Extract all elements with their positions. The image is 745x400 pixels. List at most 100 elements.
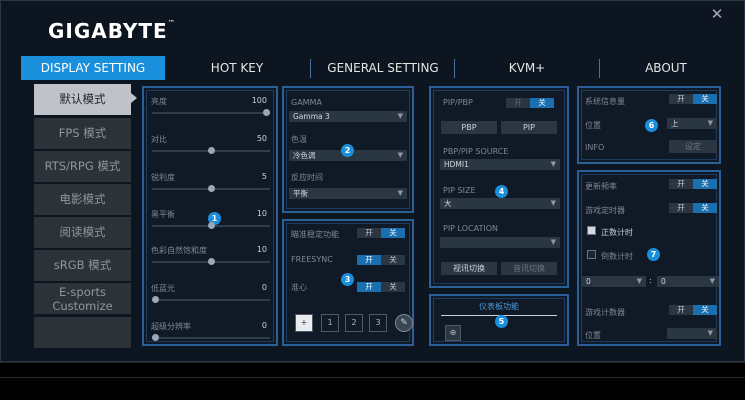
aim-stabilizer-toggle[interactable]: 开关 <box>357 228 405 238</box>
slider-track[interactable] <box>152 334 270 341</box>
add-icon[interactable]: ⊕ <box>445 325 461 341</box>
gamma-select[interactable]: Gamma 3 ▼ <box>289 111 407 122</box>
slider-track[interactable] <box>152 147 270 154</box>
sidebar-item-esports-customize[interactable]: E-sports Customize <box>34 283 131 314</box>
crosshair-option-3[interactable]: 3 <box>369 314 387 332</box>
section-badge: 5 <box>495 315 508 328</box>
pip-button[interactable]: PIP <box>501 121 557 134</box>
crosshair-toggle[interactable]: 开关 <box>357 282 405 292</box>
timer-position-label: 位置 <box>585 331 601 340</box>
tab-about[interactable]: ABOUT <box>600 56 732 80</box>
freesync-label: FREESYNC <box>291 255 333 264</box>
slider-label: 低蓝光 <box>151 284 175 293</box>
count-down-label: 倒数计时 <box>601 252 633 261</box>
timer-position-select[interactable]: ▼ <box>667 328 717 339</box>
slider-value: 10 <box>256 245 267 254</box>
info-display-toggle[interactable]: 开关 <box>669 94 717 104</box>
sidebar-item-default-mode[interactable]: 默认模式 <box>34 84 131 115</box>
section-badge: 6 <box>645 119 658 132</box>
slider-track[interactable] <box>152 296 270 303</box>
info-position-label: 位置 <box>585 121 601 130</box>
slider-track[interactable] <box>152 109 270 116</box>
close-icon[interactable]: ✕ <box>709 6 725 22</box>
crosshair-option-plus-icon[interactable]: + <box>295 314 313 332</box>
dashboard-title: 仪表板功能 <box>479 302 519 311</box>
slider-thumb[interactable] <box>207 147 215 154</box>
tab-general-setting[interactable]: GENERAL SETTING <box>311 56 455 80</box>
game-timer-toggle[interactable]: 开关 <box>669 203 717 213</box>
pip-location-select[interactable]: ▼ <box>440 237 560 248</box>
sidebar-item-movie-mode[interactable]: 电影模式 <box>34 184 131 215</box>
tab-hot-key[interactable]: HOT KEY <box>165 56 309 80</box>
timer-minutes-select[interactable]: 0 ▼ <box>582 276 646 287</box>
tab-display-setting[interactable]: DISPLAY SETTING <box>21 56 165 80</box>
pip-pbp-toggle[interactable]: 开关 <box>506 98 554 108</box>
source-label: PBP/PIP SOURCE <box>443 147 509 156</box>
sidebar-item-srgb-mode[interactable]: sRGB 模式 <box>34 250 131 281</box>
section-badge: 2 <box>341 144 354 157</box>
game-timer-label: 游戏定时器 <box>585 206 625 215</box>
video-swap-button[interactable]: 视讯切换 <box>441 262 497 275</box>
pbp-button[interactable]: PBP <box>441 121 497 134</box>
slider-value: 0 <box>261 321 267 330</box>
slider-track[interactable] <box>152 185 270 192</box>
pip-size-select[interactable]: 大 ▼ <box>440 198 560 209</box>
pip-pbp-label: PIP/PBP <box>443 98 473 107</box>
gamma-label: GAMMA <box>291 98 322 107</box>
section-badge: 7 <box>647 248 660 261</box>
slider-value: 10 <box>256 209 267 218</box>
slider-thumb[interactable] <box>263 109 270 116</box>
slider-label: 色彩自然饱和度 <box>151 246 207 255</box>
color-panel: GAMMA Gamma 3 ▼ 色温 冷色调 ▼ 反应时间 平衡 ▼ 2 <box>282 86 414 213</box>
info-position-select[interactable]: 上 ▼ <box>667 118 717 129</box>
tab-kvm[interactable]: KVM+ <box>455 56 599 80</box>
sidebar-item-fps-mode[interactable]: FPS 模式 <box>34 118 131 149</box>
aim-stabilizer-label: 瞄准稳定功能 <box>291 230 339 239</box>
chevron-down-icon: ▼ <box>397 151 403 159</box>
main-tabs: DISPLAY SETTING HOT KEY GENERAL SETTING … <box>1 56 745 80</box>
pip-size-label: PIP SIZE <box>443 186 476 195</box>
count-down-checkbox[interactable] <box>587 250 596 259</box>
crosshair-option-1[interactable]: 1 <box>321 314 339 332</box>
slider-thumb[interactable] <box>207 222 215 229</box>
slider-label: 锐利度 <box>151 173 175 182</box>
source-select[interactable]: HDMI1 ▼ <box>440 159 560 170</box>
slider-thumb[interactable] <box>207 185 215 192</box>
pip-pbp-panel: PIP/PBP 开关 PBP PIP PBP/PIP SOURCE HDMI1 ▼… <box>429 86 569 288</box>
game-counter-label: 游戏计数器 <box>585 308 625 317</box>
sidebar-item-empty[interactable] <box>34 317 131 348</box>
crosshair-option-2[interactable]: 2 <box>345 314 363 332</box>
app-window: GIGABYTE™ ✕ DISPLAY SETTING HOT KEY GENE… <box>0 0 745 362</box>
freesync-toggle[interactable]: 开关 <box>357 255 405 265</box>
sidebar-item-reading-mode[interactable]: 阅读模式 <box>34 217 131 248</box>
slider-thumb[interactable] <box>207 258 215 265</box>
section-badge: 3 <box>341 273 354 286</box>
info-label: INFO <box>585 143 605 152</box>
time-separator: : <box>649 276 652 285</box>
refresh-rate-toggle[interactable]: 开关 <box>669 179 717 189</box>
chevron-down-icon: ▼ <box>550 238 556 246</box>
chevron-down-icon: ▼ <box>550 199 556 207</box>
info-settings-button[interactable]: 设定 <box>669 140 717 153</box>
section-badge: 4 <box>495 185 508 198</box>
audio-swap-button[interactable]: 音讯切换 <box>501 262 557 275</box>
slider-thumb[interactable] <box>152 334 159 341</box>
slider-value: 50 <box>256 134 267 143</box>
count-up-checkbox[interactable] <box>587 226 596 235</box>
slider-thumb[interactable] <box>152 296 159 303</box>
timer-seconds-select[interactable]: 0 ▼ <box>657 276 719 287</box>
response-time-select[interactable]: 平衡 ▼ <box>289 188 407 199</box>
info-panel: 系统信息量 开关 位置 上 ▼ INFO 设定 6 <box>577 86 721 164</box>
game-counter-toggle[interactable]: 开关 <box>669 305 717 315</box>
info-display-label: 系统信息量 <box>585 97 625 106</box>
slider-label: 亮度 <box>151 97 167 106</box>
slider-track[interactable] <box>152 258 270 265</box>
slider-value: 100 <box>251 96 267 105</box>
refresh-rate-label: 更新频率 <box>585 182 617 191</box>
slider-track[interactable] <box>152 222 270 229</box>
gigabyte-logo: GIGABYTE™ <box>48 19 176 43</box>
pen-icon[interactable]: ✎ <box>395 314 413 332</box>
sidebar-item-rts-rpg-mode[interactable]: RTS/RPG 模式 <box>34 151 131 182</box>
response-time-label: 反应时间 <box>291 173 323 182</box>
dashboard-panel: 仪表板功能 ⊕ 5 <box>429 294 569 346</box>
